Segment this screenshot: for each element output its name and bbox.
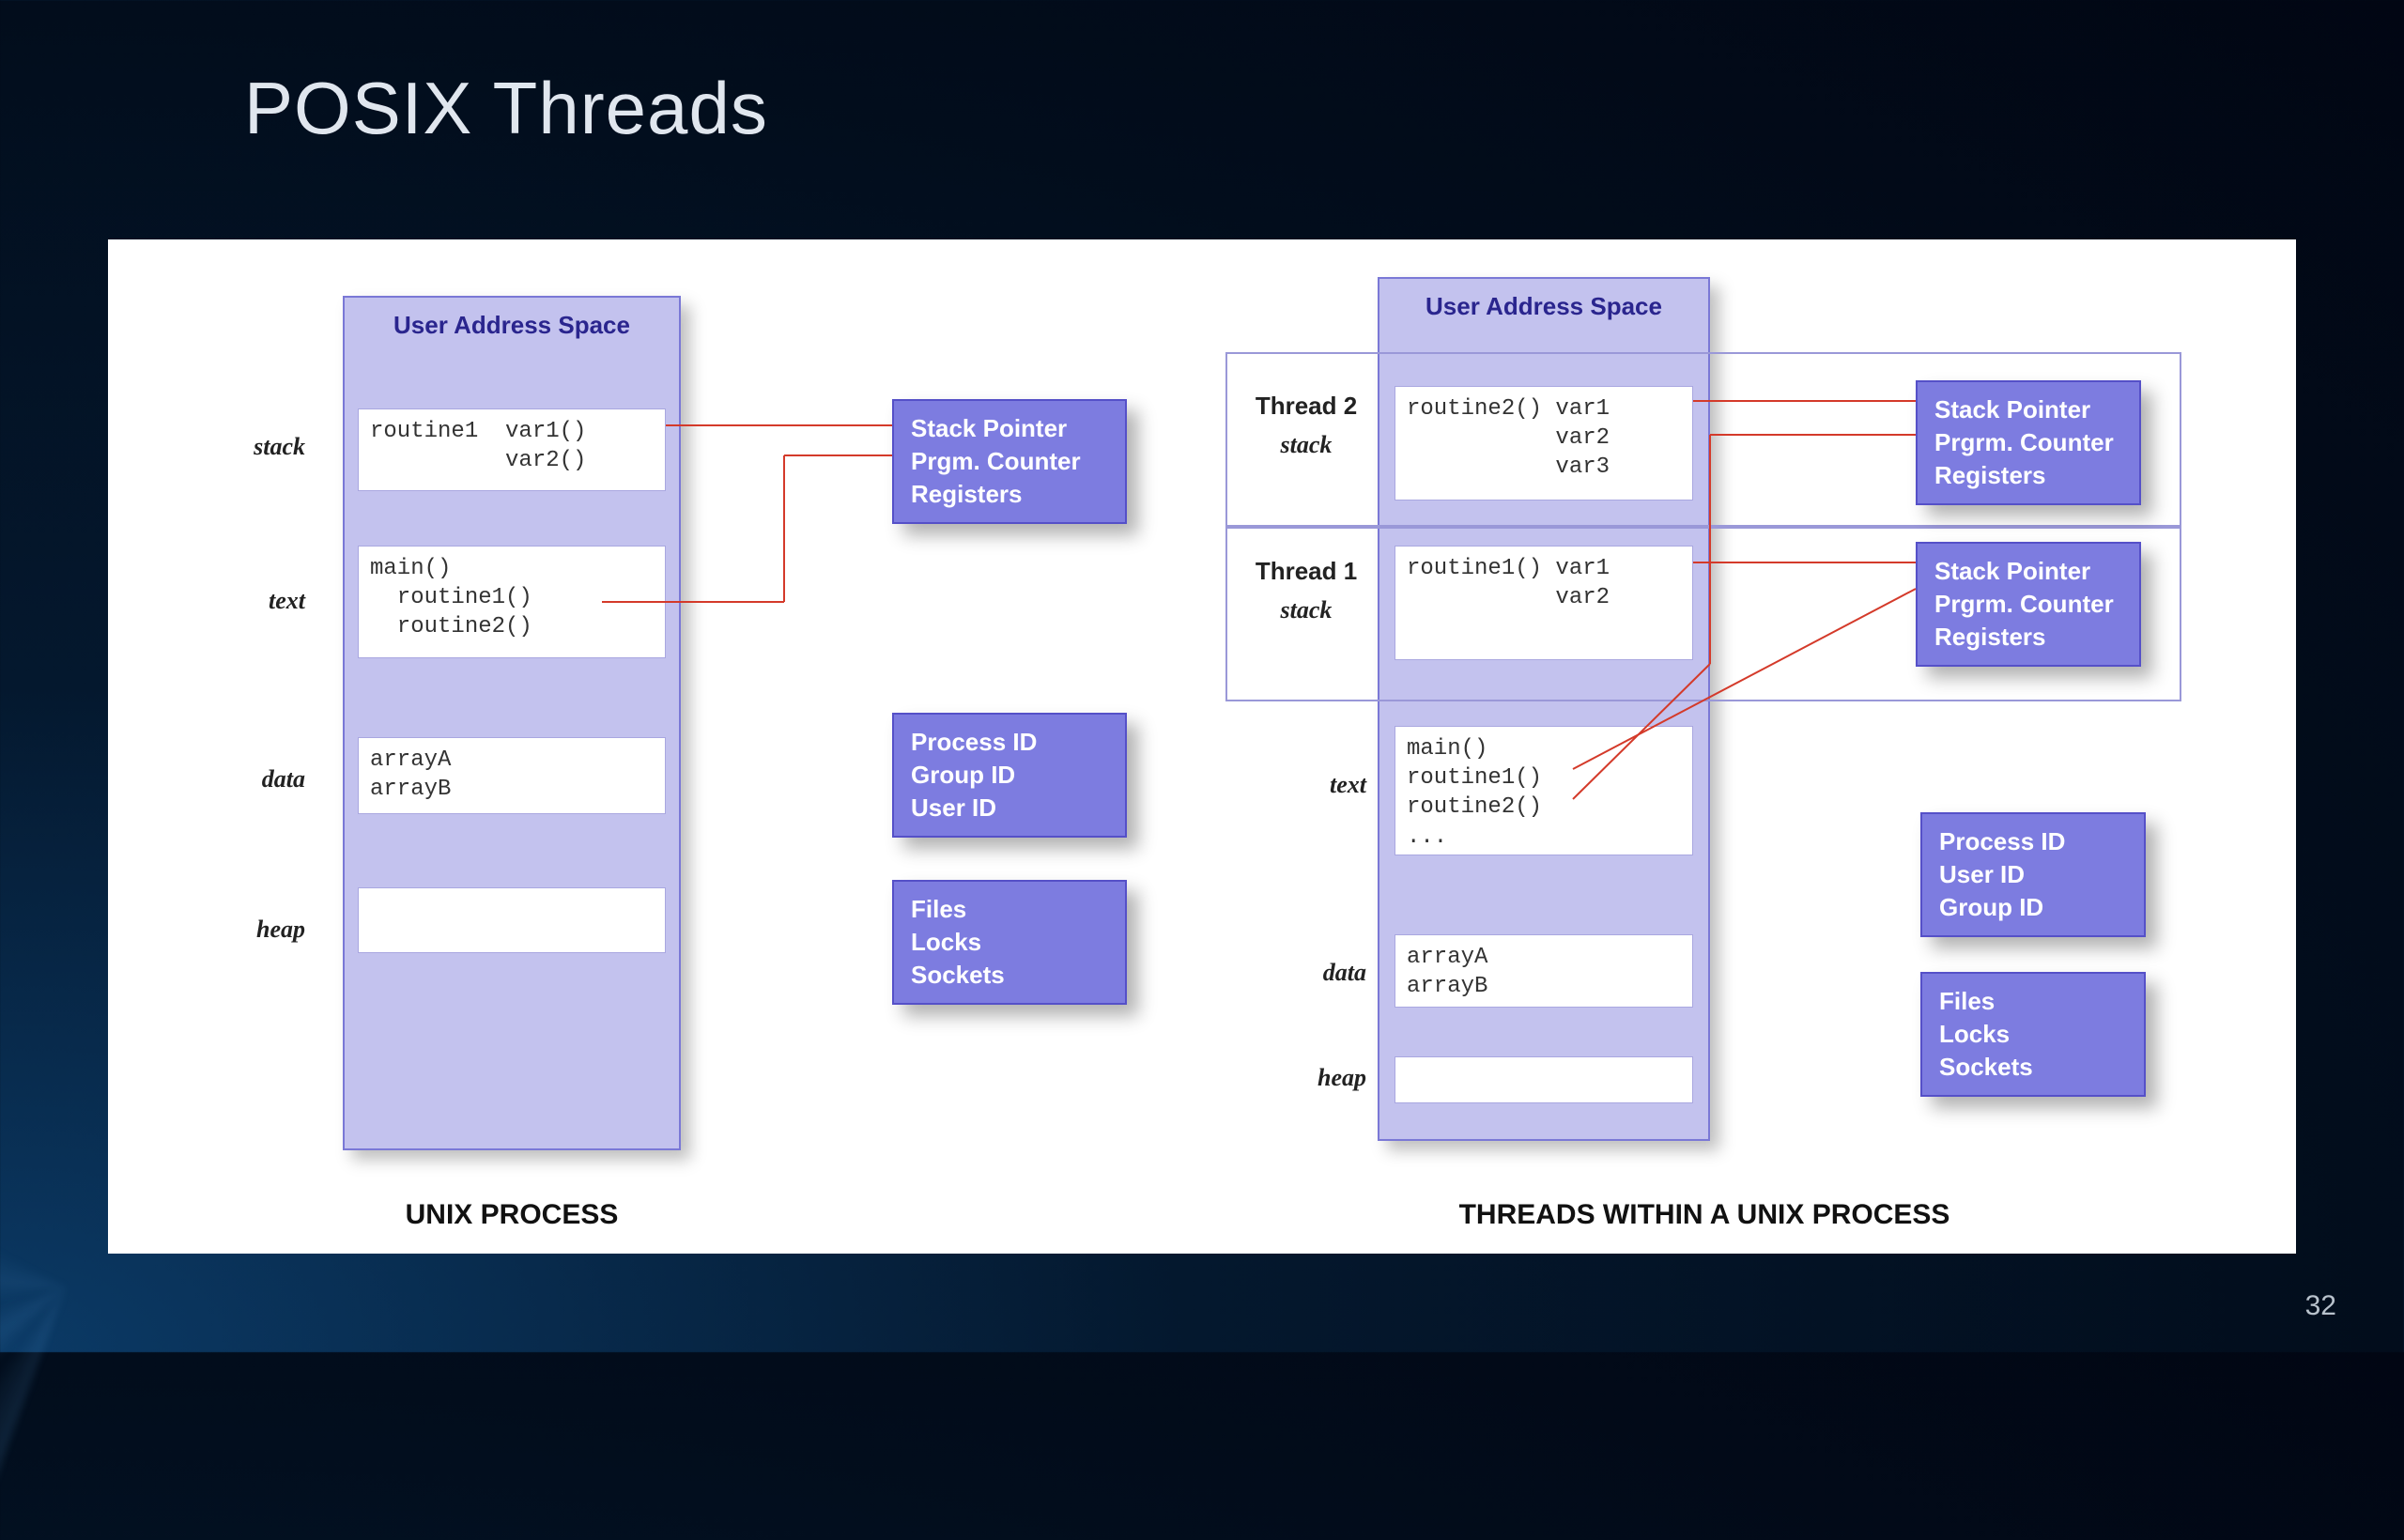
slide-number: 32: [2305, 1290, 2336, 1322]
left-stack-cell: routine1 var1() var2(): [358, 408, 666, 491]
thread1-regs-box: Stack Pointer Prgrm. Counter Registers: [1916, 542, 2141, 667]
right-heap-cell: [1395, 1056, 1693, 1103]
left-ids-box: Process ID Group ID User ID: [892, 713, 1127, 838]
right-ids-box: Process ID User ID Group ID: [1920, 812, 2146, 937]
right-text-label: text: [1235, 771, 1366, 799]
left-regs-box: Stack Pointer Prgm. Counter Registers: [892, 399, 1127, 524]
thread2-regs-box: Stack Pointer Prgrm. Counter Registers: [1916, 380, 2141, 505]
left-heap-label: heap: [174, 916, 305, 944]
right-text-cell: main() routine1() routine2() ...: [1395, 726, 1693, 855]
left-text-cell: main() routine1() routine2(): [358, 546, 666, 658]
diagram-area: User Address Space routine1 var1() var2(…: [108, 239, 2296, 1254]
thread1-stack-cell: routine1() var1 var2: [1395, 546, 1693, 660]
thread2-label: Thread 2: [1231, 392, 1381, 421]
thread2-sublabel: stack: [1231, 431, 1381, 459]
left-caption: UNIX PROCESS: [343, 1199, 681, 1231]
left-stack-label: stack: [174, 433, 305, 461]
right-caption: THREADS WITHIN A UNIX PROCESS: [1225, 1199, 2183, 1231]
thread1-sublabel: stack: [1231, 596, 1381, 624]
right-files-box: Files Locks Sockets: [1920, 972, 2146, 1097]
left-uas-header: User Address Space: [345, 298, 679, 357]
left-files-box: Files Locks Sockets: [892, 880, 1127, 1005]
right-uas-header: User Address Space: [1379, 279, 1708, 338]
right-data-cell: arrayA arrayB: [1395, 934, 1693, 1008]
slide-title: POSIX Threads: [244, 66, 768, 151]
left-heap-cell: [358, 887, 666, 953]
left-data-label: data: [174, 765, 305, 793]
left-data-cell: arrayA arrayB: [358, 737, 666, 814]
right-data-label: data: [1235, 959, 1366, 987]
right-heap-label: heap: [1235, 1064, 1366, 1092]
thread1-label: Thread 1: [1231, 557, 1381, 586]
thread2-stack-cell: routine2() var1 var2 var3: [1395, 386, 1693, 500]
left-text-label: text: [174, 587, 305, 615]
